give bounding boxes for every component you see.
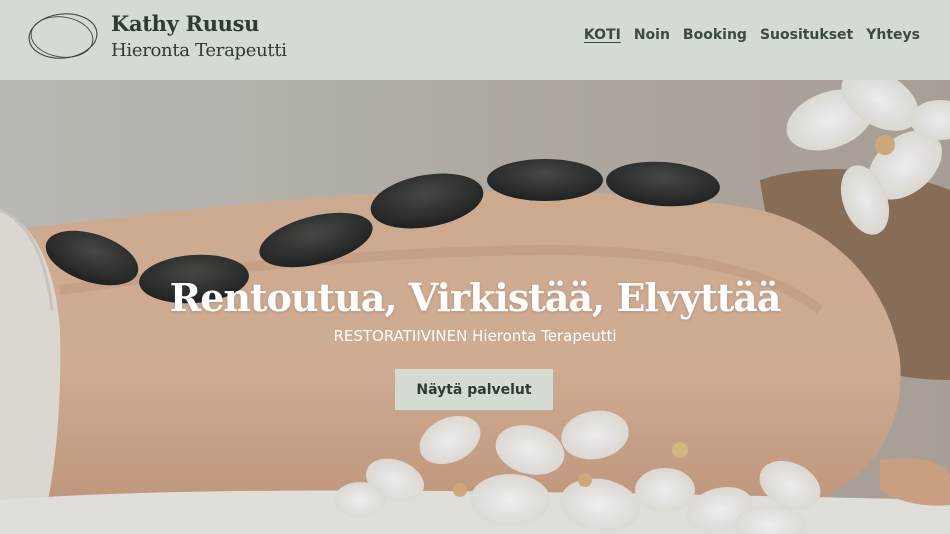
nav-item-yhteys[interactable]: Yhteys bbox=[866, 27, 920, 43]
nav-item-koti[interactable]: KOTI bbox=[584, 27, 621, 43]
brand-subtitle: Hieronta Terapeutti bbox=[111, 40, 287, 61]
nav-item-suositukset[interactable]: Suositukset bbox=[760, 27, 853, 43]
hero-title: Rentoutua, Virkistää, Elvyttää bbox=[169, 275, 782, 321]
nav-item-noin[interactable]: Noin bbox=[634, 27, 670, 43]
view-services-button[interactable]: Näytä palvelut bbox=[395, 369, 553, 410]
hero-subtitle: RESTORATIIVINEN Hieronta Terapeutti bbox=[333, 327, 617, 345]
ellipse-logo-icon[interactable] bbox=[26, 10, 100, 62]
nav-item-booking[interactable]: Booking bbox=[683, 27, 747, 43]
brand-name[interactable]: Kathy Ruusu bbox=[111, 11, 259, 36]
main-nav: KOTI Noin Booking Suositukset Yhteys bbox=[584, 27, 920, 43]
site-header: Kathy Ruusu Hieronta Terapeutti KOTI Noi… bbox=[0, 0, 950, 80]
hero-section: Rentoutua, Virkistää, Elvyttää RESTORATI… bbox=[0, 80, 950, 534]
